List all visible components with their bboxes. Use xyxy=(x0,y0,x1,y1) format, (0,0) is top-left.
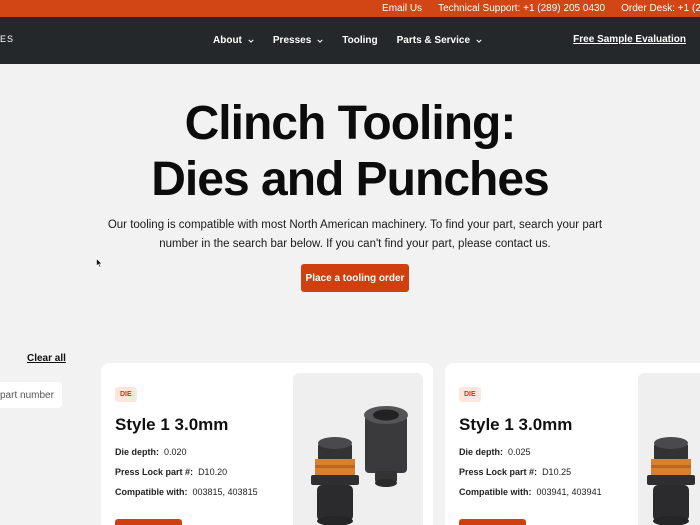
mouse-cursor-icon xyxy=(96,258,103,268)
technical-support-link[interactable]: Technical Support: +1 (289) 205 0430 xyxy=(438,3,605,14)
spec-label: Compatible with: xyxy=(459,487,532,497)
chevron-down-icon xyxy=(317,39,323,43)
chevron-down-icon xyxy=(248,39,254,43)
nav-item-label: About xyxy=(213,35,242,46)
spec-label: Press Lock part #: xyxy=(115,467,194,477)
product-title: Style 1 3.0mm xyxy=(115,415,229,434)
compatible-spec: Compatible with: 003941, 403941 xyxy=(459,487,602,497)
chevron-down-icon xyxy=(476,39,482,43)
email-us-link[interactable]: Email Us xyxy=(382,3,422,14)
category-badge: DIE xyxy=(115,387,137,402)
spec-label: Press Lock part #: xyxy=(459,467,538,477)
spec-value: 0.020 xyxy=(164,447,187,457)
spec-label: Compatible with: xyxy=(115,487,188,497)
nav-menu: About Presses Tooling Parts & Service xyxy=(213,17,501,64)
clinch-punch-image xyxy=(647,437,695,525)
clear-all-link[interactable]: Clear all xyxy=(27,353,66,364)
logo-fragment[interactable]: ES xyxy=(0,34,14,44)
nav-item-label: Tooling xyxy=(342,35,378,46)
press-lock-spec: Press Lock part #: D10.20 xyxy=(115,467,227,477)
spec-label: Die depth: xyxy=(115,447,159,457)
nav-item-about[interactable]: About xyxy=(213,35,254,46)
spec-value: 003941, 403941 xyxy=(536,487,602,497)
free-sample-evaluation-link[interactable]: Free Sample Evaluation xyxy=(573,34,686,45)
top-bar-links: Email Us Technical Support: +1 (289) 205… xyxy=(366,0,700,17)
search-placeholder: part number xyxy=(0,389,54,401)
nav-item-label: Parts & Service xyxy=(396,35,471,46)
nav-item-presses[interactable]: Presses xyxy=(273,35,323,46)
spec-label: Die depth: xyxy=(459,447,503,457)
die-depth-spec: Die depth: 0.020 xyxy=(115,447,187,457)
product-image xyxy=(293,373,423,525)
clinch-die-punch-image xyxy=(311,406,408,525)
spec-value: D10.20 xyxy=(198,467,228,477)
hero-description: Our tooling is compatible with most Nort… xyxy=(107,219,603,250)
product-card[interactable]: DIE Style 1 3.0mm Die depth: 0.020 Press… xyxy=(101,363,433,525)
product-card[interactable]: DIE Style 1 3.0mm Die depth: 0.025 Press… xyxy=(445,363,700,525)
nav-item-label: Presses xyxy=(272,35,312,46)
page-title-line-2: Dies and Punches xyxy=(151,153,549,206)
die-depth-spec: Die depth: 0.025 xyxy=(459,447,531,457)
nav-item-parts-service[interactable]: Parts & Service xyxy=(397,35,482,46)
category-badge: DIE xyxy=(459,387,481,402)
top-bar: Email Us Technical Support: +1 (289) 205… xyxy=(0,0,700,17)
spec-value: 0.025 xyxy=(508,447,531,457)
main-navigation: ES About Presses Tooling Parts & Service… xyxy=(0,17,700,64)
product-action-button[interactable] xyxy=(115,519,182,525)
place-tooling-order-button[interactable]: Place a tooling order xyxy=(301,264,409,292)
part-number-search-input[interactable]: part number xyxy=(0,382,62,408)
page-title-line-1: Clinch Tooling: xyxy=(184,97,517,150)
spec-value: 003815, 403815 xyxy=(192,487,258,497)
order-desk-link[interactable]: Order Desk: +1 (289 xyxy=(621,3,700,14)
product-image xyxy=(638,373,700,525)
press-lock-spec: Press Lock part #: D10.25 xyxy=(459,467,571,477)
product-action-button[interactable] xyxy=(459,519,526,525)
compatible-spec: Compatible with: 003815, 403815 xyxy=(115,487,258,497)
nav-item-tooling[interactable]: Tooling xyxy=(342,35,377,46)
product-title: Style 1 3.0mm xyxy=(459,415,573,434)
spec-value: D10.25 xyxy=(542,467,572,477)
